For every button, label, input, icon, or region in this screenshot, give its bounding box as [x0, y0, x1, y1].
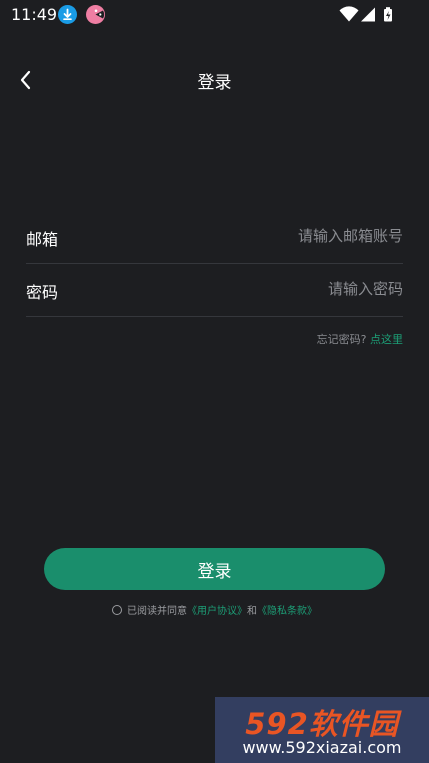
- watermark: 592软件园 www.592xiazai.com: [215, 697, 429, 763]
- watermark-url: www.592xiazai.com: [242, 738, 402, 757]
- signal-icon: [361, 7, 375, 22]
- battery-charging-icon: [384, 7, 392, 22]
- password-input[interactable]: [143, 274, 403, 304]
- password-label: 密码: [26, 283, 59, 302]
- app-header: 登录: [0, 58, 429, 102]
- forgot-password-text: 忘记密码?: [316, 333, 367, 346]
- agree-radio[interactable]: [112, 605, 122, 615]
- agreement-connector: 和: [247, 606, 257, 617]
- status-time: 11:49: [11, 5, 58, 24]
- watermark-logo: 592软件园: [245, 707, 399, 741]
- download-icon: [58, 5, 77, 24]
- privacy-policy-link[interactable]: 《隐私条款》: [257, 606, 317, 617]
- system-tray: [339, 6, 392, 22]
- email-row: 邮箱: [26, 211, 403, 264]
- login-button[interactable]: 登录: [44, 548, 385, 590]
- status-bar: 11:49: [0, 0, 429, 30]
- password-row: 密码: [26, 264, 403, 317]
- page-title: 登录: [197, 73, 232, 93]
- agreement: 已阅读并同意《用户协议》和《隐私条款》: [0, 602, 429, 617]
- agreement-prefix: 已阅读并同意: [127, 606, 187, 617]
- pacman-icon: [86, 5, 105, 24]
- email-label: 邮箱: [26, 230, 59, 249]
- wifi-icon: [339, 6, 359, 22]
- forgot-password-link[interactable]: 点这里: [370, 333, 403, 346]
- forgot-password: 忘记密码? 点这里: [317, 331, 403, 347]
- user-agreement-link[interactable]: 《用户协议》: [187, 606, 247, 617]
- email-input[interactable]: [143, 221, 403, 251]
